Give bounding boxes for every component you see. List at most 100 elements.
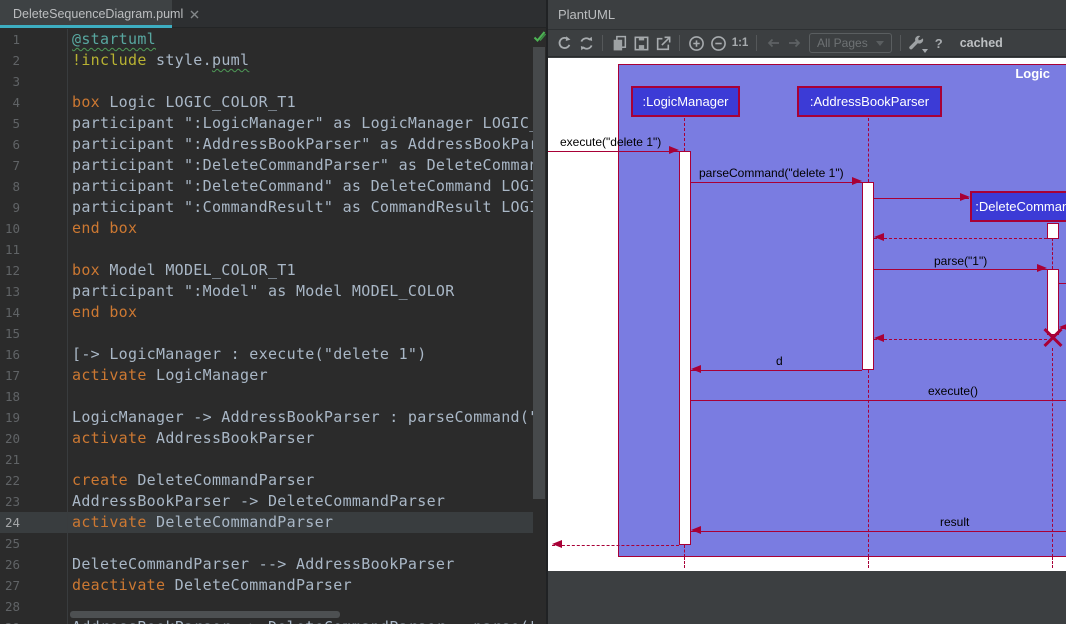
code-line[interactable]: 29AddressBookParser -> DeleteCommandPars…	[0, 617, 533, 624]
code-text: LogicManager -> AddressBookParser : pars…	[72, 407, 533, 428]
close-icon[interactable]	[190, 10, 199, 19]
diagram-preview[interactable]: Logic :LogicManager :AddressBookParser :…	[548, 58, 1066, 571]
code-line[interactable]: 12box Model MODEL_COLOR_T1	[0, 260, 533, 281]
zoom-out-button[interactable]	[707, 32, 729, 54]
line-number: 19	[0, 407, 20, 428]
code-editor[interactable]: 1@startuml2!include style.puml34box Logi…	[0, 29, 546, 624]
line-number: 6	[0, 134, 20, 155]
message-execute-label: execute()	[928, 384, 978, 398]
render-icon	[556, 35, 573, 52]
plantuml-toolbar: 1:1 All Pages	[548, 30, 1066, 57]
code-line[interactable]: 26DeleteCommandParser --> AddressBookPar…	[0, 554, 533, 575]
code-line[interactable]: 1@startuml	[0, 29, 533, 50]
line-number: 9	[0, 197, 20, 218]
code-text: activate AddressBookParser	[72, 428, 315, 449]
code-text: participant ":Model" as Model MODEL_COLO…	[72, 281, 455, 302]
gutter-separator	[67, 29, 68, 624]
participant-delete-command-parser: :DeleteCommandParser	[970, 191, 1066, 222]
code-line[interactable]: 19 LogicManager -> AddressBookParser : pa…	[0, 407, 533, 428]
copy-diagram-button[interactable]	[608, 32, 630, 54]
toolbar-separator	[602, 35, 603, 51]
code-line[interactable]: 8participant ":DeleteCommand" as DeleteC…	[0, 176, 533, 197]
activation-delete-command-parser	[1047, 223, 1059, 239]
code-line[interactable]: 7participant ":DeleteCommandParser" as D…	[0, 155, 533, 176]
code-line[interactable]: 22create DeleteCommandParser	[0, 470, 533, 491]
vertical-scrollbar[interactable]	[532, 29, 546, 624]
export-icon	[655, 35, 672, 52]
code-line[interactable]: 27deactivate DeleteCommandParser	[0, 575, 533, 596]
ide-window: DeleteSequenceDiagram.puml 1@startuml2!i…	[0, 0, 1066, 624]
render-button[interactable]	[553, 32, 575, 54]
code-text: !include style.puml	[72, 50, 249, 71]
code-line[interactable]: 20activate AddressBookParser	[0, 428, 533, 449]
next-page-button[interactable]	[784, 32, 806, 54]
page-selector[interactable]: All Pages	[809, 33, 892, 53]
lifeline-delete-command-parser	[1052, 238, 1053, 269]
arrowhead-icon	[960, 193, 970, 201]
code-line[interactable]: 2!include style.puml	[0, 50, 533, 71]
line-number: 1	[0, 29, 20, 50]
lifeline-delete-command-parser	[1052, 348, 1053, 557]
code-text: end box	[72, 302, 137, 323]
horizontal-scrollbar-thumb[interactable]	[70, 611, 340, 618]
activation-logic-manager	[679, 151, 691, 545]
cached-status-badge: cached	[960, 36, 1003, 50]
reload-button[interactable]	[575, 32, 597, 54]
message-result-line	[691, 531, 1066, 532]
vertical-scrollbar-thumb[interactable]	[533, 47, 545, 499]
line-number: 5	[0, 113, 20, 134]
export-diagram-button[interactable]	[652, 32, 674, 54]
lifeline-logic-manager	[684, 545, 685, 557]
code-line[interactable]: 23AddressBookParser -> DeleteCommandPars…	[0, 491, 533, 512]
code-line[interactable]: 5participant ":LogicManager" as LogicMan…	[0, 113, 533, 134]
code-text: [-> LogicManager : execute("delete 1")	[72, 344, 427, 365]
code-line[interactable]: 25	[0, 533, 533, 554]
save-diagram-button[interactable]	[630, 32, 652, 54]
final-return-line	[552, 545, 679, 546]
zoom-actual-label: 1:1	[732, 37, 749, 49]
line-number: 29	[0, 617, 20, 624]
code-line[interactable]: 21	[0, 449, 533, 470]
code-line[interactable]: 16 [-> LogicManager : execute("delete 1")	[0, 344, 533, 365]
message-execute-line	[691, 400, 1066, 401]
inspections-ok-icon[interactable]	[533, 30, 546, 48]
code-line[interactable]: 3	[0, 71, 533, 92]
arrowhead-icon	[669, 146, 679, 154]
copy-icon	[611, 35, 628, 52]
code-text: deactivate DeleteCommandParser	[72, 575, 352, 596]
zoom-in-button[interactable]	[685, 32, 707, 54]
code-text: participant ":AddressBookParser" as Addr…	[72, 134, 533, 155]
settings-button[interactable]	[906, 32, 928, 54]
message-parse-one-line	[874, 269, 1047, 270]
message-d-return-label: d	[776, 354, 783, 368]
code-line[interactable]: 24activate DeleteCommandParser	[0, 512, 533, 533]
save-icon	[633, 35, 650, 52]
chevron-down-icon	[876, 41, 884, 46]
code-line[interactable]: 17activate LogicManager	[0, 365, 533, 386]
line-number: 18	[0, 386, 20, 407]
code-line[interactable]: 14 end box	[0, 302, 533, 323]
line-number: 14	[0, 302, 20, 323]
line-number: 16	[0, 344, 20, 365]
reload-icon	[578, 35, 595, 52]
code-line[interactable]: 13participant ":Model" as Model MODEL_CO…	[0, 281, 533, 302]
help-button[interactable]: ?	[928, 32, 950, 54]
code-line[interactable]: 10end box	[0, 218, 533, 239]
code-text: participant ":CommandResult" as CommandR…	[72, 197, 533, 218]
forward-icon	[786, 35, 804, 51]
code-line[interactable]: 15	[0, 323, 533, 344]
code-line[interactable]: 6 participant ":AddressBookParser" as Add…	[0, 134, 533, 155]
zoom-actual-button[interactable]: 1:1	[729, 32, 751, 54]
line-number: 12	[0, 260, 20, 281]
code-line[interactable]: 9 participant ":CommandResult" as Command…	[0, 197, 533, 218]
code-line[interactable]: 4box Logic LOGIC_COLOR_T1	[0, 92, 533, 113]
zoom-out-icon	[710, 35, 727, 52]
toolbar-separator	[679, 35, 680, 51]
page-selector-value: All Pages	[817, 36, 868, 50]
line-number: 3	[0, 71, 20, 92]
code-line[interactable]: 11	[0, 239, 533, 260]
code-rows[interactable]: 1@startuml2!include style.puml34box Logi…	[0, 29, 533, 624]
tab-delete-sequence-diagram[interactable]: DeleteSequenceDiagram.puml	[0, 0, 172, 28]
code-line[interactable]: 18	[0, 386, 533, 407]
prev-page-button[interactable]	[762, 32, 784, 54]
